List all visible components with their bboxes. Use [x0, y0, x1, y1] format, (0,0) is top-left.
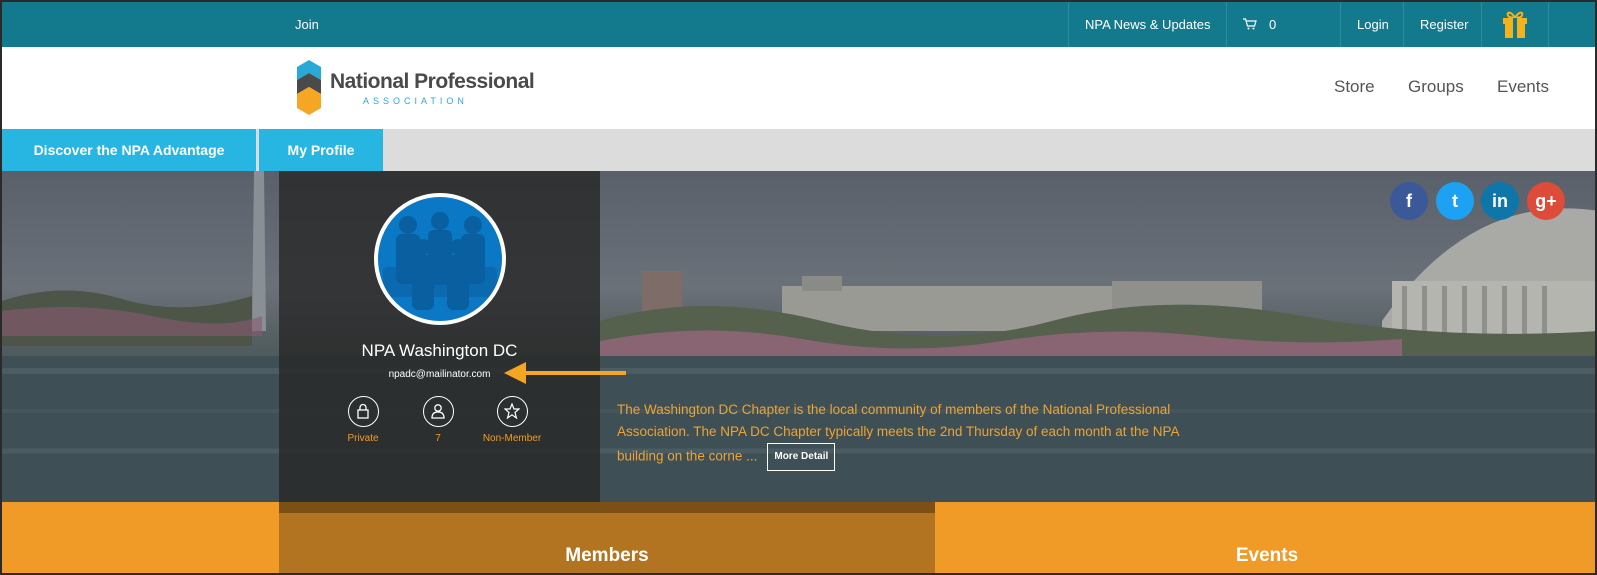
group-avatar[interactable]: [374, 193, 506, 325]
tab-events[interactable]: Events: [935, 545, 1595, 567]
nav-groups[interactable]: Groups: [1408, 77, 1464, 97]
stat-privacy-label: Private: [347, 433, 379, 444]
gift-button[interactable]: [1481, 2, 1549, 47]
join-link[interactable]: Join: [295, 17, 319, 32]
stat-privacy: Private: [323, 396, 403, 444]
site-header: National Professional ASSOCIATION Store …: [2, 47, 1595, 129]
stat-membership: Non-Member: [472, 396, 552, 444]
tab-discover[interactable]: Discover the NPA Advantage: [2, 129, 256, 171]
lock-icon: [356, 403, 369, 419]
group-description: The Washington DC Chapter is the local c…: [617, 399, 1217, 471]
tab-members[interactable]: Members: [279, 545, 935, 567]
facebook-share-button[interactable]: f: [1390, 182, 1428, 220]
stat-member-count-label: 7: [435, 433, 441, 444]
nav-store[interactable]: Store: [1334, 77, 1375, 97]
stat-membership-label: Non-Member: [482, 433, 542, 444]
top-bar: Join NPA News & Updates 0 Items Login Re…: [2, 2, 1595, 77]
register-link[interactable]: Register: [1403, 2, 1484, 47]
googleplus-share-button[interactable]: g+: [1527, 182, 1565, 220]
user-icon: [430, 404, 445, 419]
group-name: NPA Washington DC: [361, 341, 518, 360]
tab-my-profile[interactable]: My Profile: [259, 129, 383, 171]
page-frame: Join NPA News & Updates 0 Items Login Re…: [0, 0, 1597, 575]
stat-member-count[interactable]: 7: [398, 396, 478, 444]
cart-icon: [1243, 18, 1257, 30]
news-link[interactable]: NPA News & Updates: [1068, 2, 1226, 47]
more-detail-button[interactable]: More Detail: [767, 443, 836, 471]
section-tabs: Members Events: [2, 502, 1595, 573]
npa-logo[interactable]: National Professional ASSOCIATION: [295, 58, 535, 118]
twitter-share-button[interactable]: t: [1436, 182, 1474, 220]
nav-events[interactable]: Events: [1497, 77, 1549, 97]
group-hero-banner: NPA Washington DC npadc@mailinator.com P…: [2, 171, 1595, 502]
group-description-text: The Washington DC Chapter is the local c…: [617, 402, 1179, 464]
cart-link[interactable]: 0 Items: [1226, 2, 1326, 77]
tab-row: Discover the NPA Advantage My Profile: [2, 129, 1595, 171]
linkedin-share-button[interactable]: in: [1481, 182, 1519, 220]
people-silhouette-icon: [383, 212, 497, 310]
login-link[interactable]: Login: [1340, 2, 1405, 47]
logo-name: National Professional: [330, 70, 535, 93]
logo-tagline: ASSOCIATION: [363, 96, 468, 106]
gift-icon: [1503, 11, 1527, 38]
star-icon: [503, 403, 520, 419]
logo-mark-icon: [297, 60, 321, 115]
annotation-arrow-icon: [504, 362, 626, 384]
group-profile-card: NPA Washington DC npadc@mailinator.com P…: [279, 171, 600, 502]
